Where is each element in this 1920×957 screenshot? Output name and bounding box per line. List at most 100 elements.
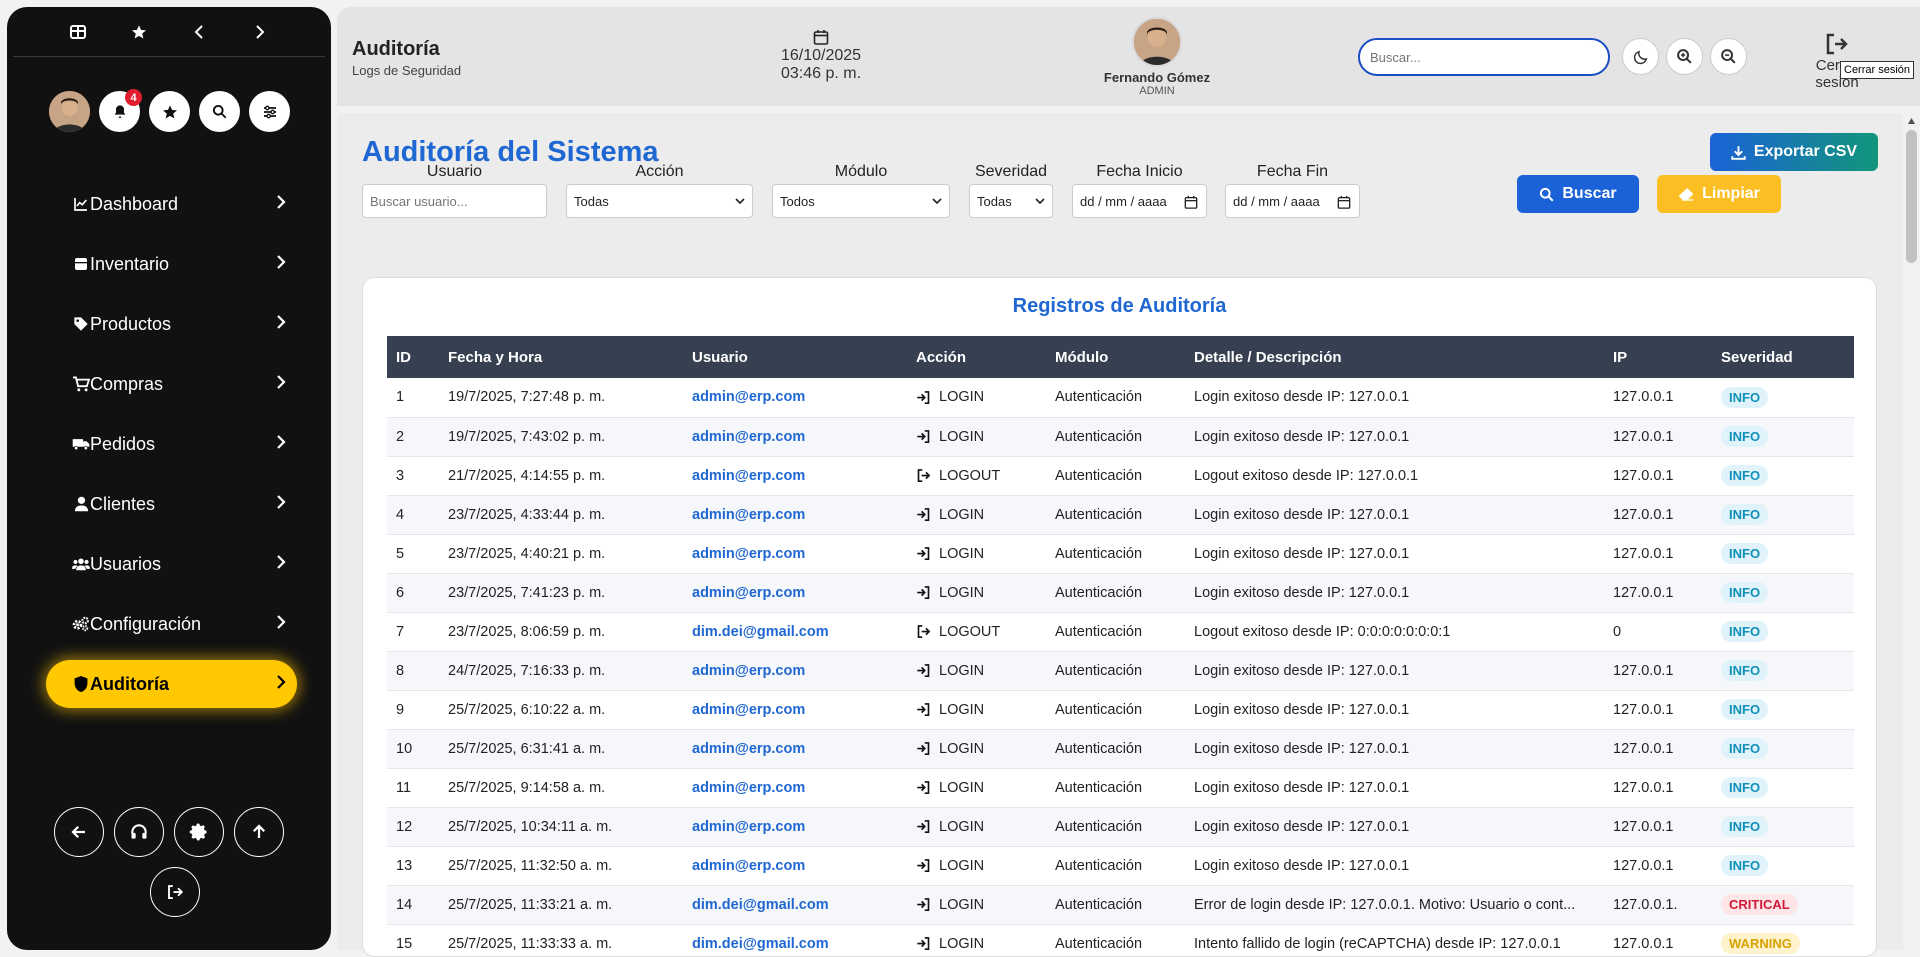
cell-usuario[interactable]: admin@erp.com — [683, 573, 907, 613]
fecha-inicio-input[interactable]: dd / mm / aaaa — [1072, 184, 1207, 218]
modulo-select[interactable]: Todos — [772, 184, 950, 218]
layout-toggle-icon[interactable] — [63, 17, 93, 47]
chevron-right-icon[interactable] — [245, 17, 275, 47]
table-header-col-usuario: Usuario — [683, 336, 907, 378]
accion-label: LOGOUT — [939, 467, 1001, 484]
table-row[interactable]: 1 19/7/2025, 7:27:48 p. m. admin@erp.com LO… — [387, 378, 1854, 418]
scrollbar-thumb[interactable] — [1906, 130, 1917, 263]
cell-usuario[interactable]: admin@erp.com — [683, 456, 907, 496]
avatar[interactable] — [49, 91, 90, 132]
cell-id: 10 — [387, 729, 439, 769]
sidebar-item-inventario[interactable]: Inventario — [46, 240, 297, 288]
sidebar-logout-button[interactable] — [150, 867, 200, 917]
accion-label: LOGIN — [939, 857, 985, 874]
filters-button[interactable] — [249, 91, 290, 132]
back-button[interactable] — [54, 807, 104, 857]
table-row[interactable]: 8 24/7/2025, 7:16:33 p. m. admin@erp.com LO… — [387, 651, 1854, 691]
audit-table-title: Registros de Auditoría — [1012, 295, 1227, 317]
table-row[interactable]: 11 25/7/2025, 9:14:58 a. m. admin@erp.com L… — [387, 768, 1854, 808]
scroll-top-button[interactable] — [234, 807, 284, 857]
scroll-up-arrow-icon[interactable] — [1907, 117, 1916, 125]
sidebar-item-pedidos[interactable]: Pedidos — [46, 420, 297, 468]
sidebar-item-label: Clientes — [90, 493, 156, 514]
logout-icon — [168, 885, 184, 899]
severidad-select[interactable]: Todas — [969, 184, 1053, 218]
limpiar-button[interactable]: Limpiar — [1657, 175, 1781, 213]
fecha-inicio-value: dd / mm / aaaa — [1080, 193, 1167, 209]
avatar[interactable] — [1132, 17, 1182, 67]
header-user[interactable]: Fernando Gómez ADMIN — [1097, 17, 1217, 97]
audit-records-card: Registros de Auditoría ID Fecha y Hora Usu… — [362, 277, 1877, 957]
cell-severidad: INFO — [1712, 573, 1854, 613]
cell-usuario[interactable]: admin@erp.com — [683, 729, 907, 769]
sidebar-item-compras[interactable]: Compras — [46, 360, 297, 408]
sidebar-item-usuarios[interactable]: Usuarios — [46, 540, 297, 588]
table-row[interactable]: 4 23/7/2025, 4:33:44 p. m. admin@erp.com LO… — [387, 495, 1854, 535]
calendar-icon[interactable] — [1337, 195, 1351, 209]
table-row[interactable]: 3 21/7/2025, 4:14:55 p. m. admin@erp.com LO… — [387, 456, 1854, 496]
cell-fecha: 23/7/2025, 7:41:23 p. m. — [439, 573, 683, 613]
cell-severidad: INFO — [1712, 378, 1854, 418]
table-row[interactable]: 5 23/7/2025, 4:40:21 p. m. admin@erp.com LO… — [387, 534, 1854, 574]
table-row[interactable]: 15 25/7/2025, 11:33:33 a. m. dim.dei@gmail… — [387, 924, 1854, 956]
favorites-button[interactable] — [149, 91, 190, 132]
table-row[interactable]: 14 25/7/2025, 11:33:21 a. m. dim.dei@gmail… — [387, 885, 1854, 925]
severity-badge: INFO — [1721, 504, 1769, 525]
sidebar-item-configuracion[interactable]: Configuración — [46, 600, 297, 648]
accion-select[interactable]: Todas — [566, 184, 753, 218]
severity-badge: CRITICAL — [1721, 894, 1798, 915]
cell-detalle: Logout exitoso desde IP: 127.0.0.1 — [1185, 456, 1604, 496]
search-button[interactable] — [199, 91, 240, 132]
support-button[interactable] — [114, 807, 164, 857]
sidebar-item-auditoria[interactable]: Auditoría — [46, 660, 297, 708]
table-row[interactable]: 10 25/7/2025, 6:31:41 a. m. admin@erp.com L… — [387, 729, 1854, 769]
zoom-in-button[interactable] — [1666, 38, 1703, 75]
sidebar-item-dashboard[interactable]: Dashboard — [46, 180, 297, 228]
cell-usuario[interactable]: admin@erp.com — [683, 690, 907, 730]
table-row[interactable]: 13 25/7/2025, 11:32:50 a. m. admin@erp.com… — [387, 846, 1854, 886]
cell-usuario[interactable]: admin@erp.com — [683, 768, 907, 808]
table-row[interactable]: 9 25/7/2025, 6:10:22 a. m. admin@erp.com LO… — [387, 690, 1854, 730]
cell-usuario[interactable]: dim.dei@gmail.com — [683, 612, 907, 652]
buscar-button[interactable]: Buscar — [1517, 175, 1639, 213]
star-icon[interactable] — [124, 17, 154, 47]
cell-detalle: Login exitoso desde IP: 127.0.0.1 — [1185, 378, 1604, 418]
cell-usuario[interactable]: admin@erp.com — [683, 846, 907, 886]
logout-icon — [917, 469, 931, 482]
usuario-search-input[interactable] — [362, 184, 547, 218]
cell-usuario[interactable]: admin@erp.com — [683, 651, 907, 691]
zoom-out-button[interactable] — [1710, 38, 1747, 75]
table-row[interactable]: 6 23/7/2025, 7:41:23 p. m. admin@erp.com LO… — [387, 573, 1854, 613]
cell-ip: 127.0.0.1. — [1604, 885, 1712, 925]
table-row[interactable]: 2 19/7/2025, 7:43:02 p. m. admin@erp.com LO… — [387, 417, 1854, 457]
chart-line-icon — [72, 195, 90, 213]
notifications-button[interactable]: 4 — [99, 89, 142, 132]
chevron-left-icon[interactable] — [184, 17, 214, 47]
cell-accion: LOGIN — [907, 378, 1046, 418]
severity-badge: INFO — [1721, 660, 1769, 681]
page-scrollbar[interactable] — [1903, 113, 1920, 950]
cell-usuario[interactable]: dim.dei@gmail.com — [683, 924, 907, 956]
sidebar-item-label: Dashboard — [90, 193, 179, 214]
header-search-input[interactable] — [1358, 38, 1610, 76]
cell-usuario[interactable]: admin@erp.com — [683, 534, 907, 574]
cell-id: 11 — [387, 768, 439, 808]
cell-fecha: 23/7/2025, 4:40:21 p. m. — [439, 534, 683, 574]
calendar-icon[interactable] — [1184, 195, 1198, 209]
filter-modulo-label: Módulo — [834, 163, 888, 180]
export-csv-button[interactable]: Exportar CSV — [1710, 133, 1878, 171]
sidebar-item-clientes[interactable]: Clientes — [46, 480, 297, 528]
cell-usuario[interactable]: dim.dei@gmail.com — [683, 885, 907, 925]
cell-accion: LOGIN — [907, 846, 1046, 886]
cell-usuario[interactable]: admin@erp.com — [683, 417, 907, 457]
table-row[interactable]: 7 23/7/2025, 8:06:59 p. m. dim.dei@gmail.c… — [387, 612, 1854, 652]
settings-button[interactable] — [174, 807, 224, 857]
fecha-fin-input[interactable]: dd / mm / aaaa — [1225, 184, 1360, 218]
cell-detalle: Login exitoso desde IP: 127.0.0.1 — [1185, 690, 1604, 730]
cell-usuario[interactable]: admin@erp.com — [683, 807, 907, 847]
cell-usuario[interactable]: admin@erp.com — [683, 495, 907, 535]
dark-mode-button[interactable] — [1622, 38, 1659, 75]
sidebar-item-productos[interactable]: Productos — [46, 300, 297, 348]
cell-usuario[interactable]: admin@erp.com — [683, 378, 907, 418]
table-row[interactable]: 12 25/7/2025, 10:34:11 a. m. admin@erp.com… — [387, 807, 1854, 847]
